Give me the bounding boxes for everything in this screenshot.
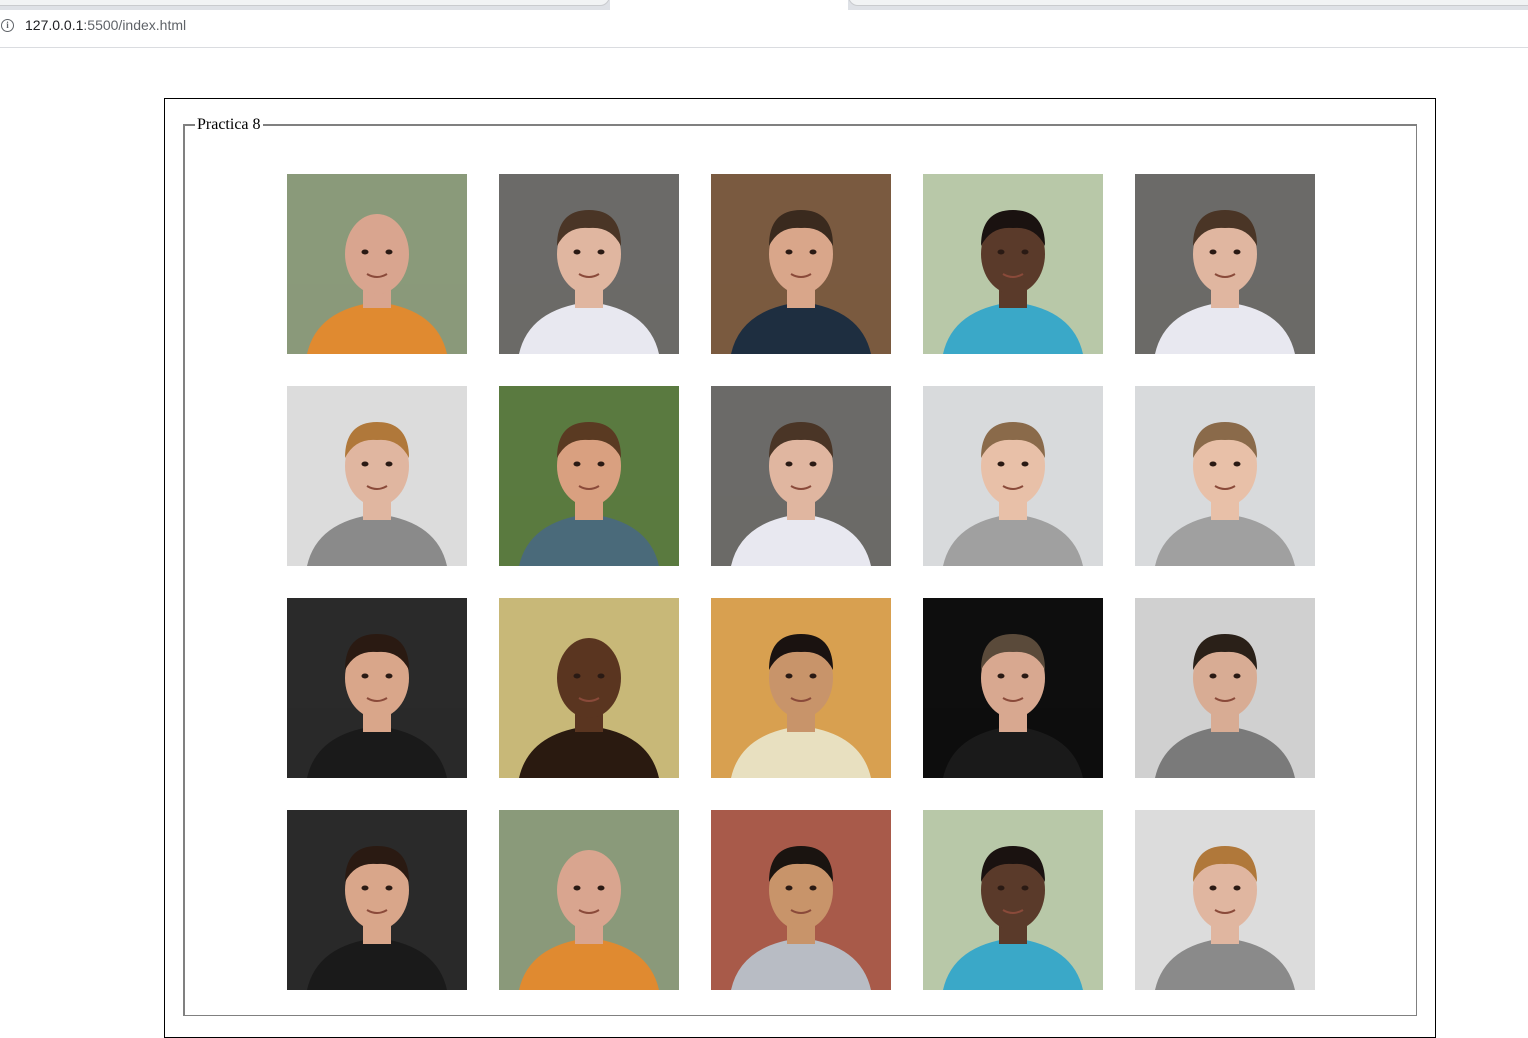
profile-photo xyxy=(499,386,679,566)
profile-photo xyxy=(923,810,1103,990)
practice-fieldset: Practica 8 xyxy=(183,116,1417,1016)
profile-photo xyxy=(923,598,1103,778)
address-bar[interactable]: i 127.0.0.1:5500/index.html xyxy=(0,10,1528,48)
browser-tab[interactable] xyxy=(0,0,610,6)
profile-photo xyxy=(287,386,467,566)
url-path: :5500/index.html xyxy=(83,17,187,33)
profile-photo xyxy=(711,810,891,990)
profile-photo xyxy=(1135,386,1315,566)
profile-photo xyxy=(499,598,679,778)
photo-grid xyxy=(287,174,1315,990)
profile-photo xyxy=(499,810,679,990)
info-icon[interactable]: i xyxy=(1,19,14,32)
profile-photo xyxy=(1135,598,1315,778)
profile-photo xyxy=(711,386,891,566)
profile-photo xyxy=(287,174,467,354)
profile-photo xyxy=(711,598,891,778)
tab-strip xyxy=(0,0,1528,10)
profile-photo xyxy=(287,598,467,778)
url-text[interactable]: 127.0.0.1:5500/index.html xyxy=(25,17,186,33)
page-container: Practica 8 xyxy=(164,98,1436,1038)
profile-photo xyxy=(1135,810,1315,990)
profile-photo xyxy=(287,810,467,990)
browser-tab-active[interactable] xyxy=(610,0,848,10)
fieldset-legend: Practica 8 xyxy=(197,116,261,133)
profile-photo xyxy=(923,174,1103,354)
profile-photo xyxy=(711,174,891,354)
profile-photo xyxy=(1135,174,1315,354)
profile-photo xyxy=(499,174,679,354)
browser-tab[interactable] xyxy=(848,0,1528,6)
url-host: 127.0.0.1 xyxy=(25,17,84,33)
profile-photo xyxy=(923,386,1103,566)
